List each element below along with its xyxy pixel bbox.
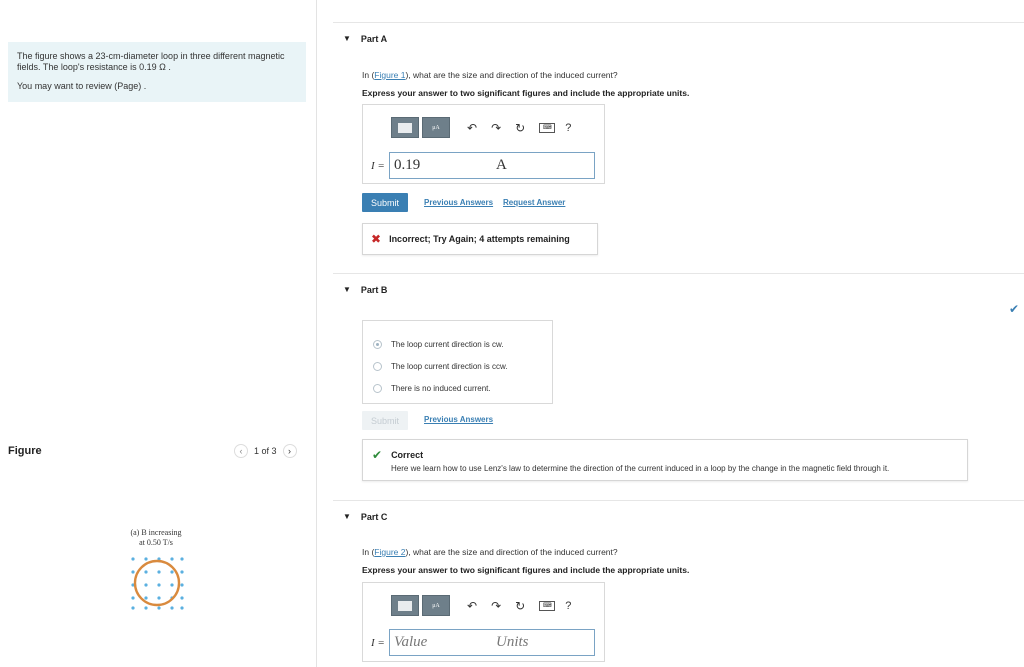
reset-icon[interactable]: ↻ <box>515 121 525 135</box>
part-c-title: Part C <box>360 511 388 522</box>
left-panel: The figure shows a 23-cm-diameter loop i… <box>0 0 316 667</box>
part-b-choices: The loop current direction is cw. The lo… <box>362 320 553 404</box>
part-a-answer-box: μA ↶ ↷ ↻ ⌨ ? I = 0.19 A <box>362 104 605 184</box>
help-icon[interactable]: ? <box>565 600 571 612</box>
incorrect-feedback: ✖ Incorrect; Try Again; 4 attempts remai… <box>362 223 598 255</box>
part-a-header[interactable]: ▼ Part A <box>333 22 1024 54</box>
math-toolbar: μA ↶ ↷ ↻ ⌨ ? <box>391 117 571 138</box>
part-c-answer-row: I = Value Units <box>371 629 595 656</box>
units-placeholder[interactable]: Units <box>490 634 590 651</box>
part-c-instruction: Express your answer to two significant f… <box>362 565 690 575</box>
radio[interactable] <box>373 361 382 371</box>
answer-input[interactable]: Value Units <box>389 629 595 656</box>
figure-pager: ‹ 1 of 3 › <box>234 444 297 458</box>
intro-text: The figure shows a 23-cm-diameter loop i… <box>17 51 285 72</box>
question-suffix: ), what are the size and direction of th… <box>405 547 618 557</box>
choice-label: The loop current direction is cw. <box>391 339 504 349</box>
caret-down-icon: ▼ <box>343 34 351 43</box>
incorrect-feedback-text: Incorrect; Try Again; 4 attempts remaini… <box>389 234 570 244</box>
correct-title: Correct <box>391 450 424 460</box>
problem-intro: The figure shows a 23-cm-diameter loop i… <box>8 42 306 102</box>
part-b-submit-button[interactable]: Submit <box>362 411 409 430</box>
redo-icon[interactable]: ↷ <box>491 121 501 135</box>
part-b-title: Part B <box>360 284 388 295</box>
request-answer-link[interactable]: Request Answer <box>503 198 565 207</box>
next-figure-button[interactable]: › <box>282 444 297 458</box>
radio-selected[interactable] <box>373 339 382 349</box>
correct-feedback-head: ✔ Correct <box>372 448 967 462</box>
part-b-previous-answers-link[interactable]: Previous Answers <box>424 415 493 424</box>
column-divider <box>316 0 317 667</box>
part-a-previous-answers-link[interactable]: Previous Answers <box>424 198 493 207</box>
answer-variable-label: I = <box>371 636 385 649</box>
math-toolbar: μA ↶ ↷ ↻ ⌨ ? <box>391 595 571 616</box>
question-prefix: In ( <box>362 547 375 557</box>
help-icon[interactable]: ? <box>565 122 571 134</box>
figure-caption: (a) B increasing at 0.50 T/s <box>118 528 194 548</box>
part-a-submit-button[interactable]: Submit <box>362 193 409 212</box>
templates-button[interactable] <box>391 117 419 138</box>
answer-unit[interactable]: A <box>490 157 590 174</box>
part-c-question: In (Figure 2), what are the size and dir… <box>362 547 618 557</box>
redo-icon[interactable]: ↷ <box>491 599 501 613</box>
prev-figure-button[interactable]: ‹ <box>234 444 248 458</box>
figure-1-link[interactable]: Figure 1 <box>374 70 405 80</box>
part-a-answer-row: I = 0.19 A <box>371 152 595 179</box>
figure-2-link[interactable]: Figure 2 <box>374 547 405 557</box>
question-suffix: ), what are the size and direction of th… <box>405 70 618 80</box>
value-placeholder[interactable]: Value <box>390 634 490 651</box>
part-b-header[interactable]: ▼ Part B <box>333 273 1024 305</box>
choice-cw[interactable]: The loop current direction is cw. <box>363 333 552 355</box>
choice-no-current[interactable]: There is no induced current. <box>363 377 552 399</box>
caret-down-icon: ▼ <box>343 512 351 521</box>
error-icon: ✖ <box>371 232 382 246</box>
answer-value[interactable]: 0.19 <box>390 157 490 174</box>
part-a-instruction: Express your answer to two significant f… <box>362 88 690 98</box>
templates-button[interactable] <box>391 595 419 616</box>
answer-input[interactable]: 0.19 A <box>389 152 595 179</box>
choice-label: The loop current direction is ccw. <box>391 361 508 371</box>
review-text: You may want to review (Page) . <box>17 81 147 91</box>
figure-caption-line2: at 0.50 T/s <box>139 538 173 547</box>
caret-down-icon: ▼ <box>343 285 351 294</box>
units-button[interactable]: μA <box>422 117 450 138</box>
loop-figure <box>131 557 184 610</box>
choice-label: There is no induced current. <box>391 383 491 393</box>
part-c-answer-box: μA ↶ ↷ ↻ ⌨ ? I = Value Units <box>362 582 605 662</box>
part-a-question: In (Figure 1), what are the size and dir… <box>362 70 618 80</box>
reset-icon[interactable]: ↻ <box>515 599 525 613</box>
figure-title: Figure <box>8 445 42 457</box>
units-button[interactable]: μA <box>422 595 450 616</box>
correct-message: Here we learn how to use Lenz's law to d… <box>391 464 890 473</box>
part-a-title: Part A <box>360 33 388 44</box>
undo-icon[interactable]: ↶ <box>467 121 477 135</box>
figure-caption-line1: (a) B increasing <box>130 528 182 537</box>
correct-feedback: ✔ Correct Here we learn how to use Lenz'… <box>362 439 968 481</box>
question-prefix: In ( <box>362 70 375 80</box>
undo-icon[interactable]: ↶ <box>467 599 477 613</box>
radio[interactable] <box>373 383 382 393</box>
keyboard-icon[interactable]: ⌨ <box>539 600 556 611</box>
check-icon: ✔ <box>372 448 383 462</box>
answer-variable-label: I = <box>371 159 385 172</box>
part-c-header[interactable]: ▼ Part C <box>333 500 1024 532</box>
choice-ccw[interactable]: The loop current direction is ccw. <box>363 355 552 377</box>
wire-loop <box>133 559 181 607</box>
keyboard-icon[interactable]: ⌨ <box>539 122 556 133</box>
magnetic-field-dots <box>131 557 184 610</box>
figure-page-count: 1 of 3 <box>254 446 277 456</box>
part-b-complete-check-icon: ✔ <box>1009 302 1020 316</box>
